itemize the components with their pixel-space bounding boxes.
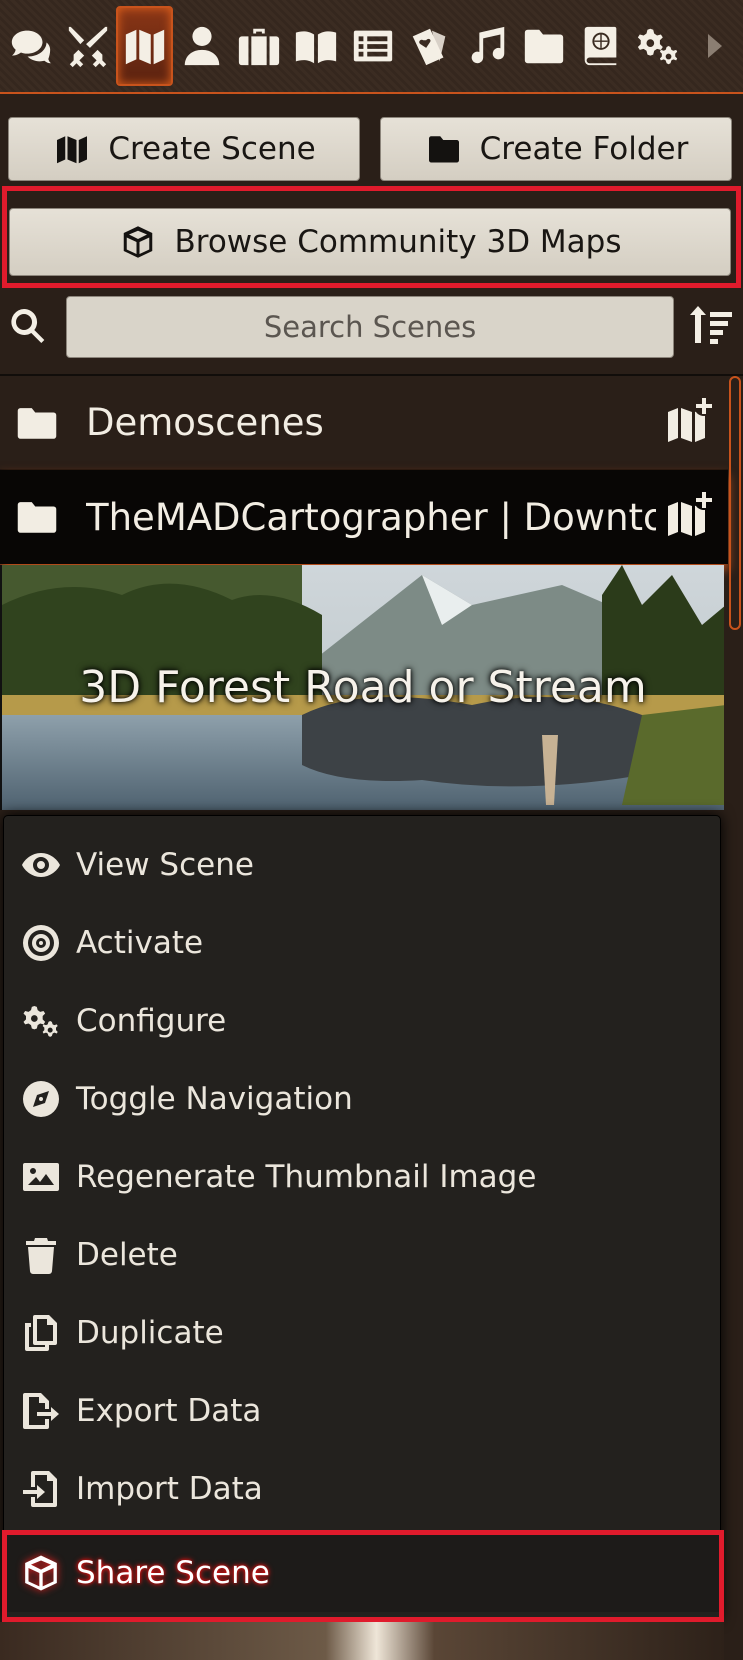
file-import-icon	[20, 1468, 62, 1510]
music-icon	[471, 26, 504, 64]
create-scene-label: Create Scene	[108, 131, 316, 167]
folder-icon	[428, 136, 459, 163]
folder-name: Demoscenes	[86, 401, 324, 444]
scene-title: 3D Forest Road or Stream	[79, 662, 647, 713]
menu-item-label: Import Data	[76, 1471, 263, 1507]
chat-tab[interactable]	[2, 6, 59, 86]
scene-entry[interactable]: 3D Forest Road or Stream	[0, 565, 724, 810]
copy-icon	[20, 1312, 62, 1354]
more-tabs-arrow[interactable]	[686, 6, 743, 86]
folder-icon	[16, 499, 58, 535]
create-folder-button[interactable]: Create Folder	[380, 117, 732, 181]
create-scene-in-folder-icon[interactable]	[664, 488, 714, 538]
menu-item-toggle-navigation[interactable]: Toggle Navigation	[4, 1060, 720, 1138]
user-icon	[184, 26, 219, 66]
comments-icon	[11, 30, 51, 64]
search-icon	[8, 306, 48, 346]
menu-item-label: Configure	[76, 1003, 227, 1039]
directory-scrollbar[interactable]	[729, 376, 741, 630]
menu-item-view-scene[interactable]: View Scene	[4, 826, 720, 904]
menu-item-activate[interactable]: Activate	[4, 904, 720, 982]
folder-icon	[16, 405, 58, 441]
playlists-tab[interactable]	[458, 6, 515, 86]
list-icon	[353, 30, 392, 62]
bullseye-icon	[20, 922, 62, 964]
map-icon	[125, 29, 164, 65]
image-icon	[20, 1156, 62, 1198]
menu-item-label: Toggle Navigation	[76, 1081, 353, 1117]
scene-context-menu: View Scene Activate Configure Toggle Nav…	[3, 815, 721, 1620]
sort-icon[interactable]	[688, 302, 734, 348]
wiki-tab[interactable]	[572, 6, 629, 86]
sidebar-tabs	[0, 0, 743, 94]
menu-item-duplicate[interactable]: Duplicate	[4, 1294, 720, 1372]
folder-row-madcartographer[interactable]: TheMADCartographer | Downtown	[0, 470, 728, 564]
compendium-tab[interactable]	[515, 6, 572, 86]
create-scene-button[interactable]: Create Scene	[8, 117, 360, 181]
tables-tab[interactable]	[344, 6, 401, 86]
search-input[interactable]	[66, 296, 674, 358]
map-icon	[57, 136, 88, 164]
folder-icon	[524, 29, 563, 64]
cards-icon	[412, 28, 445, 66]
combat-tab[interactable]	[59, 6, 116, 86]
menu-item-label: Duplicate	[76, 1315, 224, 1351]
atlas-icon	[584, 26, 616, 66]
menu-item-label: Delete	[76, 1237, 178, 1273]
file-export-icon	[20, 1390, 62, 1432]
swords-icon	[68, 26, 107, 68]
cards-tab[interactable]	[401, 6, 458, 86]
caret-right-icon	[707, 34, 722, 58]
menu-item-label: Export Data	[76, 1393, 262, 1429]
create-scene-in-folder-icon[interactable]	[664, 394, 714, 444]
menu-item-configure[interactable]: Configure	[4, 982, 720, 1060]
next-scene-thumbnail-partial	[0, 1622, 724, 1660]
create-folder-label: Create Folder	[479, 131, 689, 167]
highlight-share-scene	[2, 1530, 724, 1622]
eye-icon	[20, 844, 62, 886]
scenes-tab[interactable]	[116, 6, 173, 86]
suitcase-icon	[238, 28, 279, 66]
cogs-icon	[637, 28, 677, 65]
menu-item-label: Activate	[76, 925, 204, 961]
actors-tab[interactable]	[173, 6, 230, 86]
compass-icon	[20, 1078, 62, 1120]
menu-item-regenerate-thumbnail[interactable]: Regenerate Thumbnail Image	[4, 1138, 720, 1216]
settings-tab[interactable]	[629, 6, 686, 86]
book-icon	[295, 31, 336, 64]
cogs-icon	[20, 1000, 62, 1042]
menu-item-delete[interactable]: Delete	[4, 1216, 720, 1294]
menu-item-import-data[interactable]: Import Data	[4, 1450, 720, 1528]
menu-item-export-data[interactable]: Export Data	[4, 1372, 720, 1450]
menu-item-label: Regenerate Thumbnail Image	[76, 1159, 537, 1195]
folder-name: TheMADCartographer | Downtown	[86, 495, 656, 539]
highlight-browse-button	[2, 186, 741, 288]
trash-icon	[20, 1234, 62, 1276]
journal-tab[interactable]	[287, 6, 344, 86]
menu-item-label: View Scene	[76, 847, 254, 883]
items-tab[interactable]	[230, 6, 287, 86]
folder-row-demoscenes[interactable]: Demoscenes	[0, 376, 728, 470]
